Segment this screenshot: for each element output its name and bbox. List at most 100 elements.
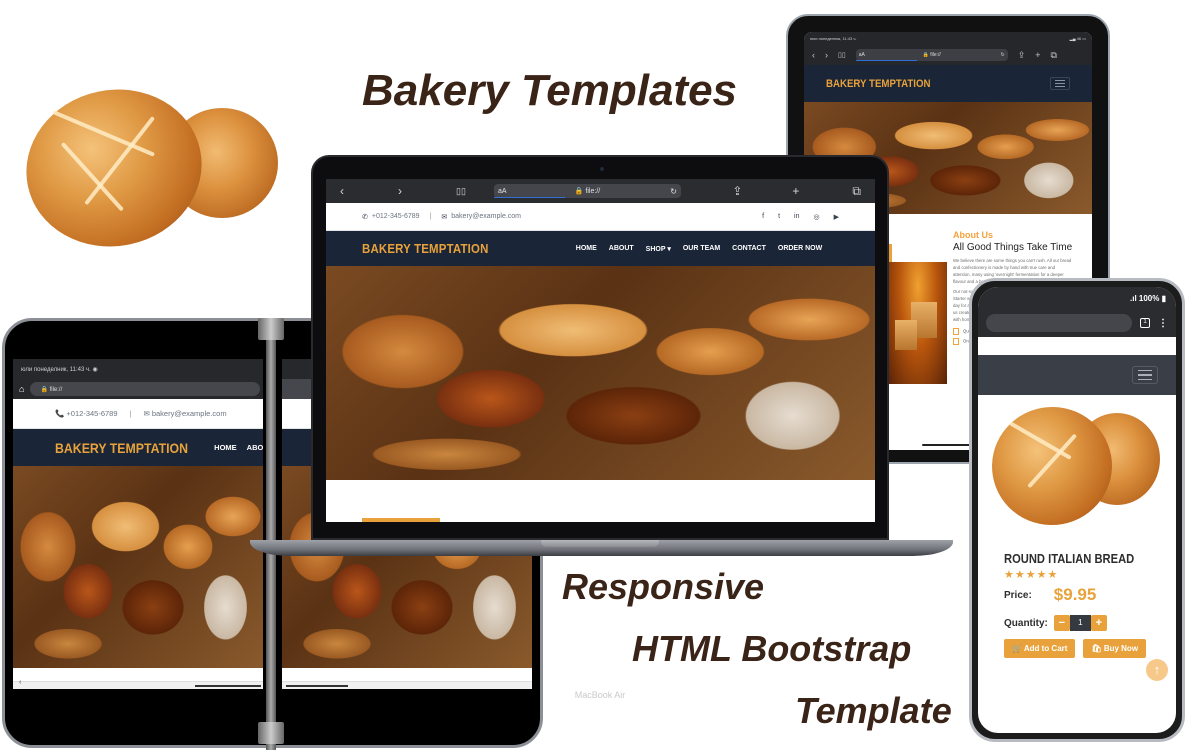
dual-hinge-cap-bottom [258,722,284,744]
laptop-base [250,540,953,556]
nav-about[interactable]: ABOUT [247,443,263,452]
back-to-top-button[interactable]: ↑ [1146,659,1168,681]
twitter-icon[interactable]: t [778,213,780,221]
dual-phone[interactable]: 📞 +012-345-6789 [55,409,118,418]
dual-navbar: BAKERY TEMPTATION HOME ABOUT SHOP ▾ [13,429,263,466]
dual-scrollbar-left[interactable]: ‹ [13,679,263,689]
nav-order-now[interactable]: ORDER NOW [778,245,822,253]
more-menu-icon[interactable]: ⋮ [1158,318,1168,329]
add-to-cart-button[interactable]: 🛒 Add to Cart [1004,639,1076,658]
back-icon[interactable]: ‹ [340,184,398,198]
nav-contact[interactable]: CONTACT [732,245,766,253]
laptop-url: 🔒 file:// [574,188,601,195]
product-image [978,395,1176,545]
laptop-aa[interactable]: aA [498,188,507,195]
back-icon[interactable]: ‹ [812,50,815,60]
nav-our-team[interactable]: OUR TEAM [683,245,720,253]
product-info: ROUND ITALIAN BREAD ★★★★★ Price: $9.95 Q… [978,545,1176,664]
promo-line-html-bootstrap: HTML Bootstrap [632,628,912,669]
laptop-screen: ‹ › ▯▯ aA 🔒 file:// ↻ ⇪ + ⧉ ✆ +012-345-6… [326,179,875,522]
promo-title: Bakery Templates [362,66,738,115]
nav-menu: HOME ABOUT SHOP ▾ OUR TEAM CONTACT ORDER… [576,245,822,253]
quantity-increase-button[interactable]: + [1090,615,1107,631]
tab-switcher-icon[interactable]: 1 [1140,318,1150,328]
dual-status-bar: юли понеделник, 11:43 ч. ◉ [13,359,263,379]
tablet-home-indicator [922,444,974,446]
hamburger-menu-icon[interactable] [1050,77,1070,90]
tablet-aa[interactable]: aA [859,52,865,58]
contact-email[interactable]: bakery@example.com [451,213,521,220]
contact-phone[interactable]: +012-345-6789 [372,213,420,220]
youtube-icon[interactable]: ▶ [834,213,839,221]
laptop-device: ‹ › ▯▯ aA 🔒 file:// ↻ ⇪ + ⧉ ✆ +012-345-6… [311,155,889,700]
linkedin-icon[interactable]: in [794,213,799,221]
hamburger-menu-icon[interactable] [1132,366,1158,384]
dual-brand-logo[interactable]: BAKERY TEMPTATION [55,440,188,456]
about-bread-image [889,262,947,384]
contact-separator: | [429,213,432,220]
forward-icon[interactable]: › [398,184,456,198]
price-label: Price: [1004,589,1032,601]
dual-url-input[interactable]: 🔒 file:// [30,382,261,396]
dual-hinge [266,318,276,750]
laptop-url-input[interactable]: aA 🔒 file:// ↻ [494,184,681,198]
reload-icon[interactable]: ↻ [1001,52,1005,58]
product-actions: 🛒 Add to Cart 🛍 Buy Now [1004,639,1150,658]
product-name: ROUND ITALIAN BREAD [1004,551,1135,566]
new-tab-icon[interactable]: + [1035,50,1040,60]
dual-scroll-thumb-left[interactable] [195,685,261,687]
nav-home[interactable]: HOME [214,443,237,452]
share-icon[interactable]: ⇪ [1018,50,1026,61]
about-title: All Good Things Take Time [953,242,1073,253]
dual-scroll-thumb-right[interactable] [286,685,348,687]
dual-hinge-cap-top [258,318,284,340]
quantity-stepper: − 1 + [1053,615,1107,631]
quantity-input[interactable]: 1 [1069,615,1091,631]
phone-screen: .ıl 100% ▮ 1 ⋮ ROUND ITALIAN BREAD ★★★★★ [978,287,1176,733]
nav-shop[interactable]: SHOP ▾ [646,245,671,253]
reload-icon[interactable]: ↻ [670,187,677,196]
dual-hero-image-left [13,466,263,668]
phone-navbar [978,355,1176,395]
quantity-decrease-button[interactable]: − [1053,615,1070,631]
instagram-icon[interactable]: ◎ [814,213,820,221]
buy-now-button[interactable]: 🛍 Buy Now [1083,639,1147,658]
dual-status-text: юли понеделник, 11:43 ч. ◉ [21,366,98,373]
home-icon[interactable]: ⌂ [19,384,24,394]
promo-stage: Bakery Templates Responsive HTML Bootstr… [0,0,1200,750]
new-tab-icon[interactable]: + [792,184,852,198]
scroll-left-arrow-icon[interactable]: ‹ [19,679,21,686]
product-price: $9.95 [1053,585,1097,604]
tabs-icon[interactable]: ⧉ [1051,50,1057,61]
about-kicker: About Us [953,230,993,240]
nav-home[interactable]: HOME [576,245,597,253]
dual-address-bar: ⌂ 🔒 file:// [13,379,263,399]
laptop-camera [600,167,604,171]
tablet-url-input[interactable]: aA 🔒 file:// ↻ [855,49,1008,61]
tablet-status-icons: ▂▄ 46 ▭ [1069,36,1086,41]
tablet-safari-toolbar: ‹ › ▯▯ aA 🔒 file:// ↻ ⇪ + ⧉ [804,45,1092,65]
dual-separator: | [129,409,132,418]
phone-omnibox[interactable] [986,314,1132,332]
product-rating-stars: ★★★★★ [1004,569,1059,581]
tablet-status-time: юли понеделник, 11:43 ч. [810,36,857,41]
nav-about[interactable]: ABOUT [609,245,634,253]
reader-icon[interactable]: ▯▯ [838,51,846,59]
forward-icon[interactable]: › [825,50,828,60]
tablet-brand-logo[interactable]: BAKERY TEMPTATION [826,78,931,90]
envelope-icon: ✉ [441,213,448,221]
reader-icon[interactable]: ▯▯ [456,186,486,197]
tablet-status-bar: юли понеделник, 11:43 ч. ▂▄ 46 ▭ [804,32,1092,45]
dual-left-screen: юли понеделник, 11:43 ч. ◉ ⌂ 🔒 file:// 📞… [13,359,263,689]
phone-chrome-toolbar: 1 ⋮ [978,309,1176,337]
quantity-row: Quantity: − 1 + [1004,615,1150,631]
brand-logo[interactable]: BAKERY TEMPTATION [362,241,489,256]
laptop-load-progress [494,197,566,198]
laptop-opening-notch [541,540,659,547]
dual-scrollbar-right[interactable] [282,681,532,689]
tabs-icon[interactable]: ⧉ [852,184,861,199]
share-icon[interactable]: ⇪ [732,184,792,198]
facebook-icon[interactable]: f [762,213,764,221]
dual-contact-bar: 📞 +012-345-6789 | ✉ bakery@example.com [13,399,263,429]
dual-email[interactable]: ✉ bakery@example.com [143,409,226,418]
